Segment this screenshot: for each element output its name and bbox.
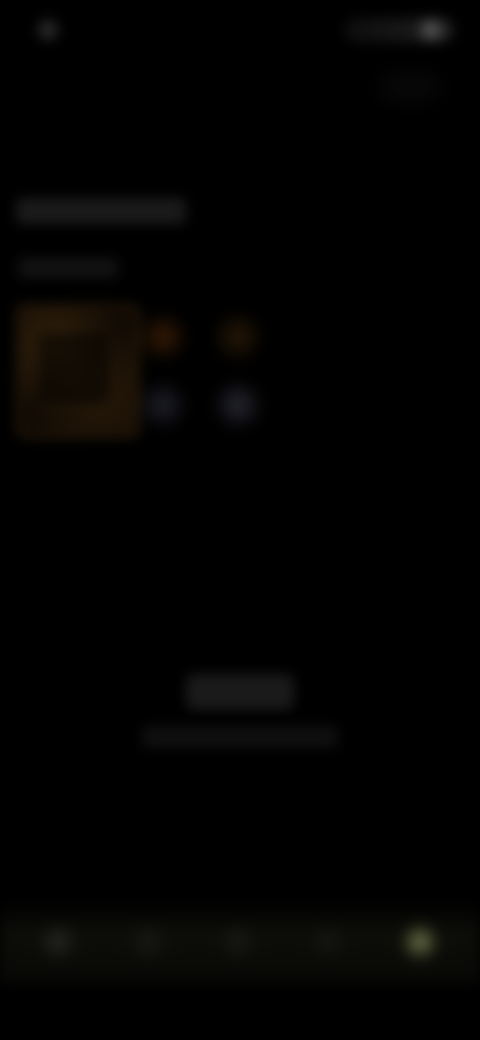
section-title [16, 198, 186, 224]
empty-state-subtitle [142, 726, 338, 748]
empty-state-title [186, 674, 294, 710]
thumbnail-item[interactable] [136, 378, 190, 432]
search-icon[interactable] [126, 920, 170, 964]
header-action-button[interactable] [380, 74, 440, 100]
thumbnail-grid [10, 300, 270, 450]
add-icon[interactable] [216, 920, 260, 964]
status-bar [0, 0, 480, 60]
screen [0, 0, 480, 1040]
thumbnail-item[interactable] [210, 310, 266, 364]
status-right [344, 16, 454, 44]
status-indicator-icon [34, 16, 62, 44]
status-left [34, 16, 114, 44]
thumbnail-large[interactable] [16, 304, 140, 438]
thumbnail-item[interactable] [210, 378, 266, 432]
bottom-nav-bar [0, 900, 480, 984]
thumbnail-item[interactable] [136, 310, 190, 364]
thumbnail-image [39, 333, 109, 403]
profile-icon[interactable] [398, 920, 442, 964]
library-icon[interactable] [306, 920, 350, 964]
battery-icon [416, 16, 446, 44]
home-icon[interactable] [36, 920, 80, 964]
section-subtitle [18, 258, 118, 278]
